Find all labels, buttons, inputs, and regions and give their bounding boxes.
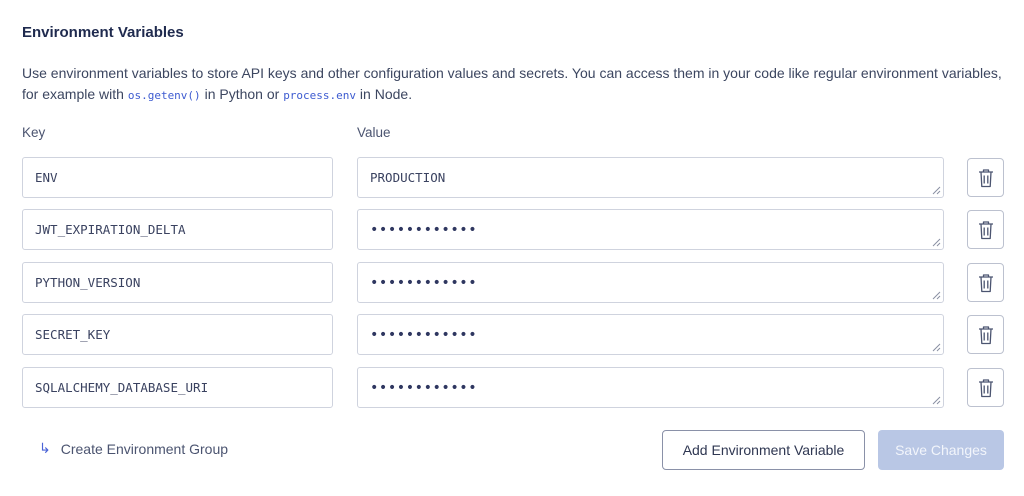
value-text: •••••••••••• (370, 379, 478, 396)
resize-handle-icon[interactable] (932, 238, 941, 247)
add-environment-variable-button[interactable]: Add Environment Variable (662, 430, 865, 470)
section-description: Use environment variables to store API k… (22, 63, 1002, 106)
value-text: •••••••••••• (370, 326, 478, 343)
code-process-env: process.env (283, 89, 357, 102)
value-input[interactable]: •••••••••••• (357, 209, 944, 250)
code-os-getenv: os.getenv() (127, 89, 201, 102)
arrow-return-right-icon: ↳ (39, 440, 51, 456)
value-text: •••••••••••• (370, 274, 478, 291)
desc-text-3: in Node. (356, 86, 413, 102)
resize-handle-icon[interactable] (932, 291, 941, 300)
desc-text-2: in Python or (200, 86, 284, 102)
key-input[interactable]: ENV (22, 157, 333, 198)
value-input[interactable]: PRODUCTION (357, 157, 944, 198)
delete-button[interactable] (967, 263, 1004, 302)
delete-button[interactable] (967, 210, 1004, 249)
env-var-row: PYTHON_VERSION •••••••••••• (0, 262, 1024, 303)
env-var-row: SQLALCHEMY_DATABASE_URI •••••••••••• (0, 367, 1024, 408)
trash-icon (978, 273, 993, 292)
resize-handle-icon[interactable] (932, 186, 941, 195)
trash-icon (978, 220, 993, 239)
column-label-value: Value (357, 125, 391, 140)
trash-icon (978, 168, 993, 187)
env-var-row: JWT_EXPIRATION_DELTA •••••••••••• (0, 209, 1024, 250)
trash-icon (978, 325, 993, 344)
key-input[interactable]: SQLALCHEMY_DATABASE_URI (22, 367, 333, 408)
value-input[interactable]: •••••••••••• (357, 262, 944, 303)
resize-handle-icon[interactable] (932, 343, 941, 352)
key-input[interactable]: JWT_EXPIRATION_DELTA (22, 209, 333, 250)
trash-icon (978, 378, 993, 397)
create-environment-group-link[interactable]: ↳ Create Environment Group (39, 440, 228, 457)
value-text: PRODUCTION (370, 170, 446, 185)
env-var-row: SECRET_KEY •••••••••••• (0, 314, 1024, 355)
create-environment-group-label: Create Environment Group (60, 440, 229, 457)
env-var-row: ENV PRODUCTION (0, 157, 1024, 198)
resize-handle-icon[interactable] (932, 396, 941, 405)
delete-button[interactable] (967, 315, 1004, 354)
value-text: •••••••••••• (370, 221, 478, 238)
column-label-key: Key (22, 125, 46, 140)
value-input[interactable]: •••••••••••• (357, 314, 944, 355)
save-changes-button[interactable]: Save Changes (878, 430, 1004, 470)
delete-button[interactable] (967, 158, 1004, 197)
key-input[interactable]: PYTHON_VERSION (22, 262, 333, 303)
section-title: Environment Variables (22, 24, 184, 41)
key-input[interactable]: SECRET_KEY (22, 314, 333, 355)
value-input[interactable]: •••••••••••• (357, 367, 944, 408)
delete-button[interactable] (967, 368, 1004, 407)
